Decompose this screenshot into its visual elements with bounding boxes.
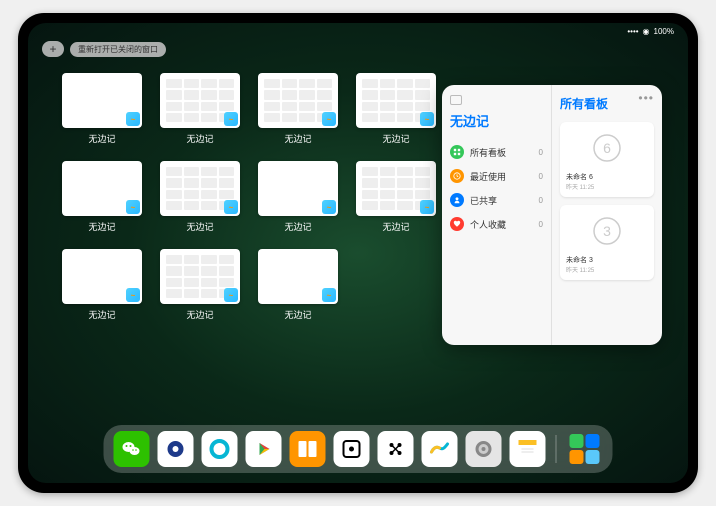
- sidebar-item-person[interactable]: 已共享 0: [450, 188, 543, 212]
- sidebar-item-label: 最近使用: [470, 170, 506, 183]
- dock-books[interactable]: [290, 431, 326, 467]
- freeform-icon: [224, 200, 238, 214]
- window-thumbnail[interactable]: 无边记: [160, 73, 240, 145]
- window-label: 无边记: [88, 132, 115, 145]
- thumb-preview: [62, 249, 142, 304]
- board-sketch: 6: [566, 128, 648, 168]
- window-label: 无边记: [186, 220, 213, 233]
- window-label: 无边记: [284, 308, 311, 321]
- popup-app-title: 无边记: [450, 111, 543, 130]
- dock-wechat[interactable]: [114, 431, 150, 467]
- window-thumbnail[interactable]: 无边记: [258, 249, 338, 321]
- sidebar-item-count: 0: [539, 220, 543, 229]
- freeform-icon: [224, 112, 238, 126]
- window-thumbnail[interactable]: 无边记: [356, 73, 436, 145]
- thumb-preview: [258, 73, 338, 128]
- add-window-button[interactable]: +: [42, 41, 64, 57]
- sidebar-icon: [450, 95, 462, 105]
- freeform-icon: [322, 200, 336, 214]
- dock-quark-hd[interactable]: [158, 431, 194, 467]
- grid-icon: [450, 145, 464, 159]
- thumb-preview: [160, 249, 240, 304]
- window-label: 无边记: [186, 132, 213, 145]
- window-label: 无边记: [382, 220, 409, 233]
- dock-notes[interactable]: [510, 431, 546, 467]
- clock-icon: [450, 169, 464, 183]
- dock-freeform[interactable]: [422, 431, 458, 467]
- thumb-preview: [160, 161, 240, 216]
- sidebar-item-clock[interactable]: 最近使用 0: [450, 164, 543, 188]
- svg-text:6: 6: [603, 140, 611, 156]
- top-controls: + 重新打开已关闭的窗口: [42, 41, 166, 57]
- board-name: 未命名 6: [566, 172, 648, 182]
- window-grid: 无边记 无边记 无边记 无边记 无边记 无边记 无边记: [62, 73, 442, 321]
- window-label: 无边记: [382, 132, 409, 145]
- dock-dice[interactable]: [334, 431, 370, 467]
- thumb-preview: [356, 73, 436, 128]
- freeform-icon: [420, 200, 434, 214]
- status-bar: •••• ◉ 100%: [627, 27, 674, 36]
- sidebar-item-count: 0: [539, 148, 543, 157]
- window-thumbnail[interactable]: 无边记: [62, 161, 142, 233]
- dock-app-x[interactable]: [378, 431, 414, 467]
- window-thumbnail[interactable]: 无边记: [258, 73, 338, 145]
- window-thumbnail[interactable]: 无边记: [62, 249, 142, 321]
- board-date: 昨天 11:25: [566, 182, 648, 191]
- freeform-icon: [322, 112, 336, 126]
- dock-settings[interactable]: [466, 431, 502, 467]
- freeform-icon: [126, 288, 140, 302]
- dock-app-library[interactable]: [567, 431, 603, 467]
- board-card[interactable]: 6 未命名 6 昨天 11:25: [560, 122, 654, 197]
- dock-divider: [556, 435, 557, 463]
- wifi-icon: ◉: [643, 27, 650, 36]
- freeform-icon: [420, 112, 434, 126]
- thumb-preview: [62, 73, 142, 128]
- thumb-preview: [160, 73, 240, 128]
- screen: •••• ◉ 100% + 重新打开已关闭的窗口 无边记 无边记 无边记 无边记: [28, 23, 688, 483]
- window-thumbnail[interactable]: 无边记: [258, 161, 338, 233]
- dock-quark[interactable]: [202, 431, 238, 467]
- board-sketch: 3: [566, 211, 648, 251]
- thumb-preview: [258, 249, 338, 304]
- sidebar-item-label: 个人收藏: [470, 218, 506, 231]
- window-label: 无边记: [88, 220, 115, 233]
- sidebar-item-grid[interactable]: 所有看板 0: [450, 140, 543, 164]
- board-card[interactable]: 3 未命名 3 昨天 11:25: [560, 205, 654, 280]
- ipad-device: •••• ◉ 100% + 重新打开已关闭的窗口 无边记 无边记 无边记 无边记: [18, 13, 698, 493]
- window-thumbnail[interactable]: 无边记: [62, 73, 142, 145]
- thumb-preview: [356, 161, 436, 216]
- window-label: 无边记: [284, 132, 311, 145]
- popup-sidebar: 无边记 所有看板 0 最近使用 0 已共享 0 个人收藏 0: [442, 85, 552, 345]
- thumb-preview: [258, 161, 338, 216]
- board-name: 未命名 3: [566, 255, 648, 265]
- popup-content: ••• 所有看板 6 未命名 6 昨天 11:25 3 未命名 3 昨天 11:…: [552, 85, 662, 345]
- sidebar-item-label: 已共享: [470, 194, 497, 207]
- heart-icon: [450, 217, 464, 231]
- window-thumbnail[interactable]: 无边记: [160, 161, 240, 233]
- sidebar-item-count: 0: [539, 196, 543, 205]
- sidebar-item-count: 0: [539, 172, 543, 181]
- more-button[interactable]: •••: [638, 91, 654, 105]
- window-thumbnail[interactable]: 无边记: [160, 249, 240, 321]
- window-label: 无边记: [284, 220, 311, 233]
- window-label: 无边记: [88, 308, 115, 321]
- freeform-icon: [126, 200, 140, 214]
- signal-icon: ••••: [627, 27, 638, 36]
- board-date: 昨天 11:25: [566, 265, 648, 274]
- sidebar-item-label: 所有看板: [470, 146, 506, 159]
- window-label: 无边记: [186, 308, 213, 321]
- svg-text:3: 3: [603, 223, 611, 239]
- thumb-preview: [62, 161, 142, 216]
- stage-manager-popup: 无边记 所有看板 0 最近使用 0 已共享 0 个人收藏 0 ••• 所有看板 …: [442, 85, 662, 345]
- person-icon: [450, 193, 464, 207]
- dock: [104, 425, 613, 473]
- dock-play[interactable]: [246, 431, 282, 467]
- freeform-icon: [322, 288, 336, 302]
- sidebar-item-heart[interactable]: 个人收藏 0: [450, 212, 543, 236]
- freeform-icon: [126, 112, 140, 126]
- window-thumbnail[interactable]: 无边记: [356, 161, 436, 233]
- battery-level: 100%: [654, 27, 674, 36]
- reopen-closed-button[interactable]: 重新打开已关闭的窗口: [70, 42, 166, 57]
- freeform-icon: [224, 288, 238, 302]
